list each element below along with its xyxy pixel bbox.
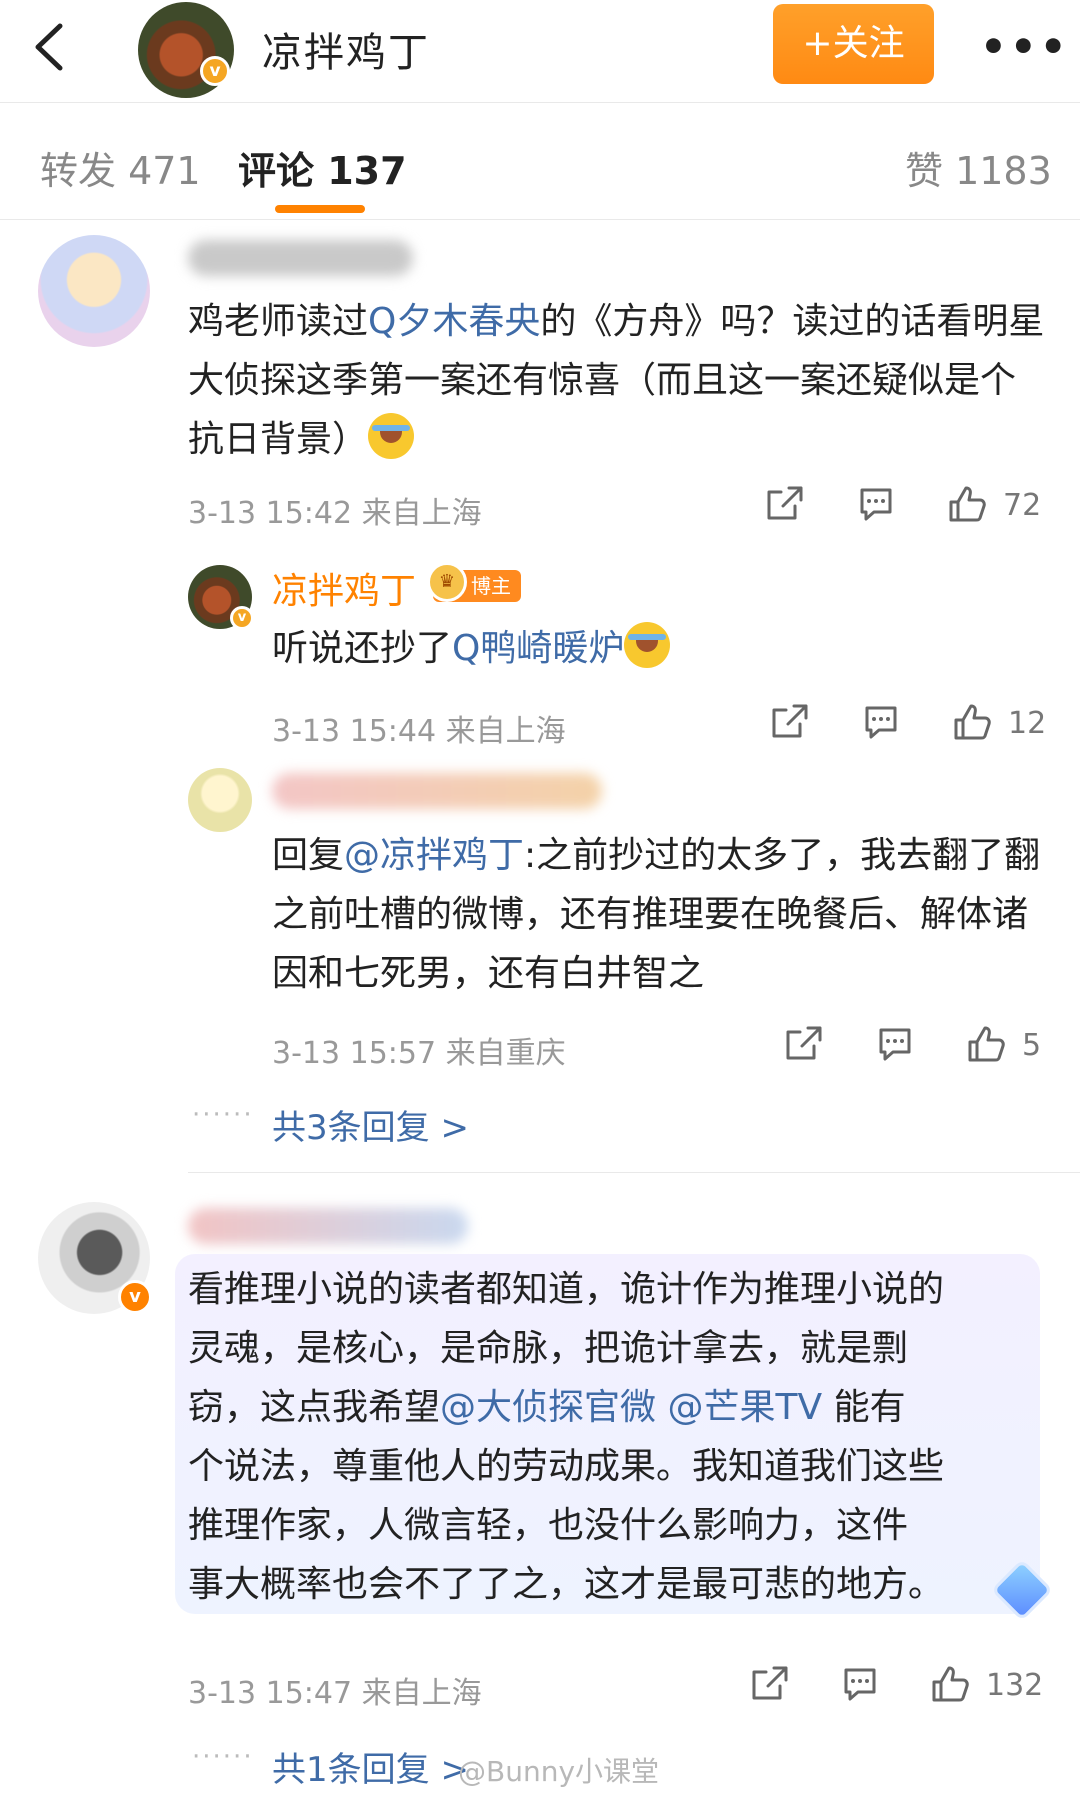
comment-text: 看推理小说的读者都知道，诡计作为推理小说的 灵魂，是核心，是命脉，把诡计拿去，就…: [188, 1269, 945, 1605]
ellipsis-icon: ······: [192, 1742, 254, 1772]
reply-author-name-blurred[interactable]: [272, 773, 602, 809]
laugh-cry-emoji-icon: [368, 413, 415, 459]
follow-button[interactable]: +关注: [773, 4, 934, 84]
share-icon[interactable]: [770, 702, 810, 742]
tab-reposts[interactable]: 转发 471: [40, 140, 201, 195]
back-icon[interactable]: [30, 22, 70, 72]
active-tab-indicator: [275, 205, 365, 213]
like-count: 5: [1022, 1028, 1042, 1063]
comment-meta: 3-13 15:47 来自上海: [188, 1676, 482, 1711]
crown-icon: ♛: [427, 562, 467, 602]
like-count: 72: [1003, 488, 1042, 523]
tab-comments[interactable]: 评论 137: [238, 140, 407, 195]
view-replies-link[interactable]: 共1条回复 >: [272, 1742, 469, 1791]
divider: [0, 102, 1080, 103]
like-count: 12: [1008, 706, 1047, 741]
comment-icon[interactable]: [840, 1664, 880, 1704]
reply-author-name[interactable]: 凉拌鸡丁: [272, 562, 416, 614]
topic-link[interactable]: Q夕木春央: [368, 301, 540, 342]
divider: [0, 219, 1080, 220]
reply-text: 听说还抄了Q鸭崎暖炉: [272, 619, 671, 678]
mention-link[interactable]: @凉拌鸡丁: [344, 835, 524, 876]
like-icon[interactable]: [966, 1024, 1006, 1064]
comment-meta: 3-13 15:42 来自上海: [188, 496, 482, 531]
mention-link[interactable]: @大侦探官微: [440, 1387, 656, 1428]
ellipsis-icon: ······: [192, 1100, 254, 1130]
comment-icon[interactable]: [861, 702, 901, 742]
laugh-cry-emoji-icon: [624, 622, 671, 668]
comment-icon[interactable]: [875, 1024, 915, 1064]
divider: [188, 1172, 1080, 1173]
reply-text: 回复@凉拌鸡丁:之前抄过的太多了，我去翻了翻之前吐槽的微博，还有推理要在晚餐后、…: [272, 835, 1041, 994]
view-replies-link[interactable]: 共3条回复 >: [272, 1100, 469, 1149]
mention-link[interactable]: @芒果TV: [667, 1387, 822, 1428]
like-count: 132: [986, 1668, 1044, 1703]
commenter-avatar[interactable]: [38, 235, 150, 347]
author-name[interactable]: 凉拌鸡丁: [262, 20, 430, 78]
tab-likes[interactable]: 赞 1183: [905, 140, 1052, 195]
share-icon[interactable]: [750, 1664, 790, 1704]
verified-icon: v: [118, 1280, 152, 1314]
commenter-name-blurred[interactable]: [188, 1208, 468, 1244]
commenter-name-blurred[interactable]: [188, 240, 413, 276]
share-icon[interactable]: [765, 484, 805, 524]
comment-text: 鸡老师读过Q夕木春央的《方舟》吗？读过的话看明星大侦探这季第一案还有惊喜（而且这…: [188, 301, 1045, 460]
like-icon[interactable]: [952, 702, 992, 742]
like-icon[interactable]: [930, 1664, 970, 1704]
reply-avatar[interactable]: [188, 768, 252, 832]
watermark: @Bunny小课堂: [458, 1755, 660, 1788]
share-icon[interactable]: [784, 1024, 824, 1064]
verified-icon: v: [200, 56, 230, 86]
reply-meta: 3-13 15:57 来自重庆: [272, 1036, 566, 1071]
more-icon[interactable]: •••: [980, 22, 1070, 71]
comment-icon[interactable]: [856, 484, 896, 524]
top-bar: v 凉拌鸡丁 +关注 •••: [0, 0, 1080, 100]
reply-meta: 3-13 15:44 来自上海: [272, 714, 566, 749]
verified-icon: v: [230, 606, 254, 630]
topic-link[interactable]: Q鸭崎暖炉: [452, 628, 624, 669]
blogger-badge: ♛ 博主: [427, 562, 521, 602]
like-icon[interactable]: [947, 484, 987, 524]
